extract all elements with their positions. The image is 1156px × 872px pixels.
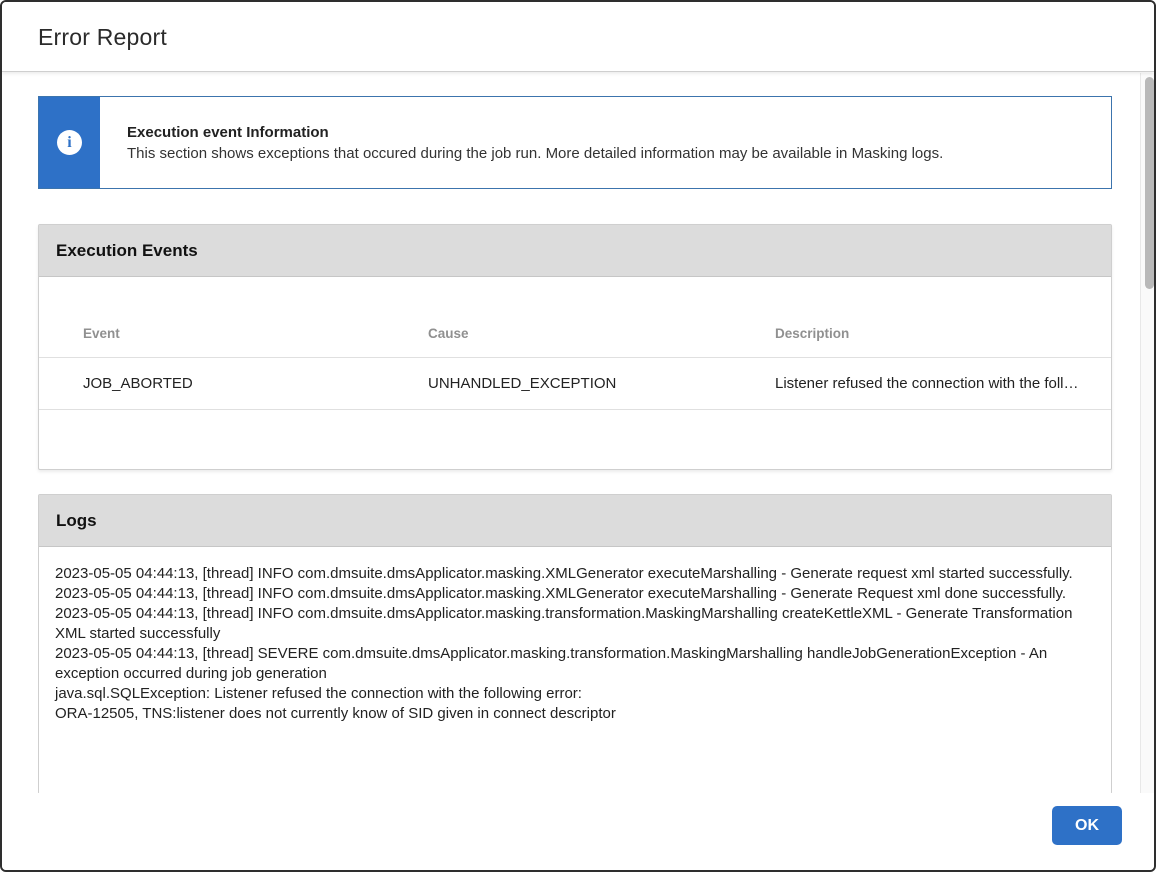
- cell-cause: UNHANDLED_EXCEPTION: [428, 375, 775, 392]
- dialog-body: i Execution event Information This secti…: [2, 73, 1156, 797]
- info-banner-text: Execution event Information This section…: [100, 97, 963, 188]
- log-line: 2023-05-05 04:44:13, [thread] INFO com.d…: [55, 584, 1091, 604]
- info-banner: i Execution event Information This secti…: [38, 96, 1112, 189]
- log-output: 2023-05-05 04:44:13, [thread] INFO com.d…: [39, 547, 1111, 724]
- vertical-scrollbar[interactable]: [1140, 73, 1156, 797]
- error-report-dialog: Error Report i Execution event Informati…: [0, 0, 1156, 872]
- log-line: 2023-05-05 04:44:13, [thread] INFO com.d…: [55, 604, 1091, 644]
- table-row: JOB_ABORTED UNHANDLED_EXCEPTION Listener…: [39, 358, 1111, 410]
- execution-events-section-title: Execution Events: [39, 225, 1111, 277]
- logs-panel: Logs 2023-05-05 04:44:13, [thread] INFO …: [38, 494, 1112, 794]
- column-header-cause: Cause: [428, 326, 775, 341]
- ok-button[interactable]: OK: [1052, 806, 1122, 845]
- dialog-footer: OK: [2, 793, 1154, 870]
- table-header-row: Event Cause Description: [39, 277, 1111, 358]
- cell-event: JOB_ABORTED: [83, 375, 428, 392]
- execution-events-table: Event Cause Description JOB_ABORTED UNHA…: [39, 277, 1111, 410]
- info-banner-description: This section shows exceptions that occur…: [127, 145, 943, 162]
- logs-section-title: Logs: [39, 495, 1111, 547]
- log-line: java.sql.SQLException: Listener refused …: [55, 684, 1091, 704]
- dialog-title: Error Report: [38, 24, 167, 51]
- log-line: 2023-05-05 04:44:13, [thread] INFO com.d…: [55, 564, 1091, 584]
- info-banner-title: Execution event Information: [127, 124, 943, 141]
- scrollbar-thumb[interactable]: [1145, 77, 1154, 289]
- info-icon-cell: i: [39, 97, 100, 188]
- column-header-event: Event: [83, 326, 428, 341]
- info-circle-icon: i: [57, 130, 82, 155]
- cell-description: Listener refused the connection with the…: [775, 375, 1091, 392]
- execution-events-panel: Execution Events Event Cause Description…: [38, 224, 1112, 470]
- log-line: 2023-05-05 04:44:13, [thread] SEVERE com…: [55, 644, 1091, 684]
- dialog-header: Error Report: [2, 2, 1154, 72]
- log-line: ORA-12505, TNS:listener does not current…: [55, 704, 1091, 724]
- column-header-description: Description: [775, 326, 1091, 341]
